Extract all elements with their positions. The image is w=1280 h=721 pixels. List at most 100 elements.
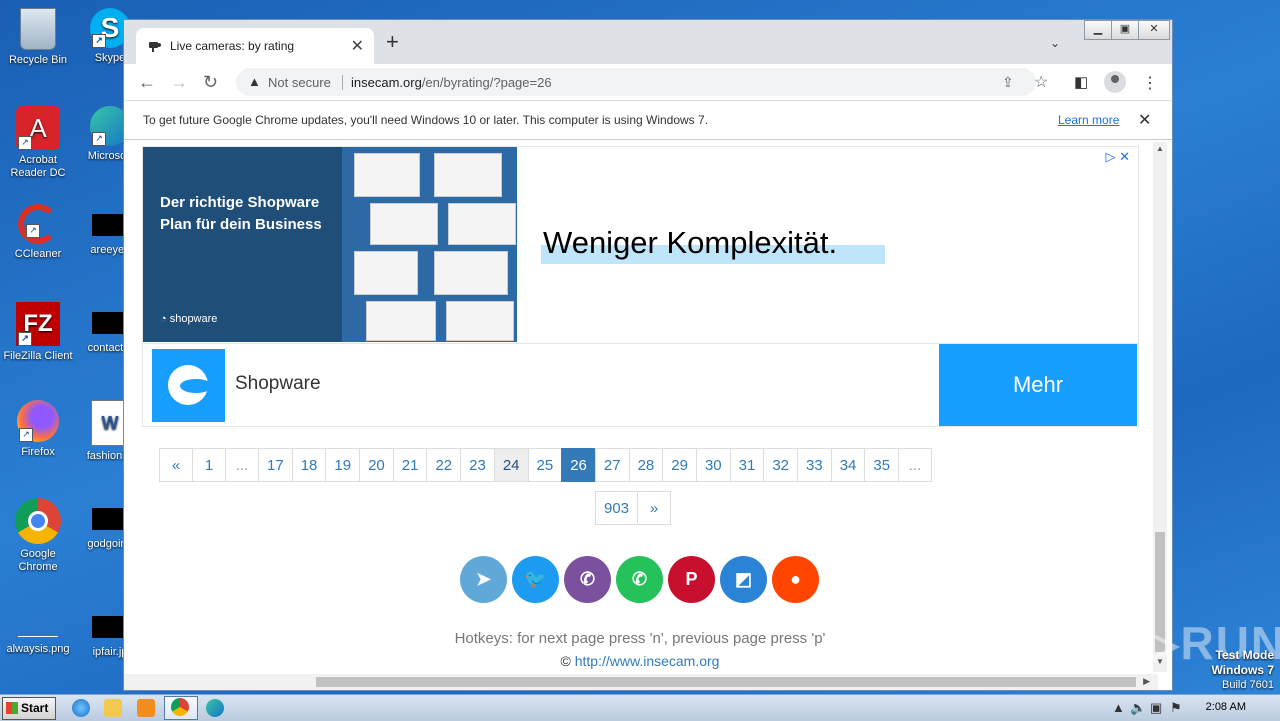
telegram-icon[interactable]: ➤: [460, 556, 507, 603]
ad-thumb: [434, 251, 508, 295]
bookmark-star-icon[interactable]: ☆: [1034, 72, 1048, 92]
tray-arrow-icon[interactable]: ▲: [1112, 700, 1125, 715]
viber-icon[interactable]: ✆: [564, 556, 611, 603]
page-link[interactable]: »: [637, 491, 672, 525]
file-thumbnail-icon: [92, 616, 128, 638]
url-host: insecam.org: [351, 75, 422, 90]
desktop-icon-firefox[interactable]: ↗ Firefox: [0, 400, 76, 459]
shopware-logo-icon[interactable]: [152, 349, 225, 422]
desktop-icon-alwaysis[interactable]: alwaysis.png: [0, 600, 76, 656]
page-link[interactable]: «: [159, 448, 193, 482]
adchoices-icon[interactable]: ▷ ✕: [1105, 149, 1130, 165]
side-panel-icon[interactable]: ◧: [1074, 73, 1088, 91]
page-link-current[interactable]: 26: [561, 448, 596, 482]
new-tab-button[interactable]: +: [386, 31, 399, 53]
shopware-logo-icon: ◔: [160, 313, 170, 325]
tab-search-chevron-icon[interactable]: ⌄: [1050, 36, 1060, 50]
page-link[interactable]: 19: [325, 448, 361, 482]
ad-cta-button[interactable]: Mehr: [939, 344, 1137, 426]
minimize-button[interactable]: ▁: [1084, 20, 1112, 40]
profile-avatar-icon[interactable]: [1104, 71, 1126, 93]
page-link[interactable]: 23: [460, 448, 495, 482]
page-link[interactable]: 20: [359, 448, 394, 482]
page-link[interactable]: 17: [258, 448, 293, 482]
chrome-window: Live cameras: by rating ✕ + ⌄ ▁ ▣ ✕ ← → …: [124, 20, 1172, 690]
page-link[interactable]: 32: [763, 448, 798, 482]
forward-arrow-icon[interactable]: →: [170, 72, 188, 92]
reload-icon[interactable]: ↻: [203, 72, 218, 92]
taskbar-chrome-active[interactable]: [164, 696, 198, 720]
scroll-right-icon[interactable]: ▶: [1143, 676, 1150, 687]
ad-image-collage: [342, 147, 517, 342]
reddit-icon[interactable]: ●: [772, 556, 819, 603]
pinterest-icon[interactable]: P: [668, 556, 715, 603]
ad-advertiser-name[interactable]: Shopware: [235, 373, 321, 395]
file-thumbnail-icon: [92, 508, 128, 530]
desktop-icon-recycle-bin[interactable]: Recycle Bin: [0, 8, 76, 67]
page-link[interactable]: 27: [594, 448, 630, 482]
desktop-icon-ccleaner[interactable]: ↗ CCleaner: [0, 204, 76, 261]
page-link[interactable]: 18: [291, 448, 327, 482]
ad-left-panel: Der richtige Shopware Plan für dein Busi…: [143, 147, 342, 342]
page-link[interactable]: 30: [695, 448, 731, 482]
tab-close-icon[interactable]: ✕: [351, 36, 364, 56]
page-link[interactable]: 33: [797, 448, 832, 482]
back-arrow-icon[interactable]: ←: [138, 72, 156, 92]
address-bar[interactable]: ▲ Not secure insecam.org/en/byrating/?pa…: [236, 68, 1048, 96]
start-button[interactable]: Start: [2, 697, 56, 720]
page-link[interactable]: 903: [595, 491, 639, 525]
internet-explorer-icon[interactable]: [72, 699, 90, 717]
vertical-scrollbar[interactable]: ▲ ▼: [1153, 142, 1167, 672]
page-link[interactable]: 24: [493, 448, 529, 482]
ccleaner-icon: ↗: [18, 204, 58, 244]
page-link[interactable]: 35: [864, 448, 900, 482]
ad-thumb: [434, 153, 502, 197]
desktop-icon-filezilla[interactable]: FZ ↗ FileZilla Client: [0, 302, 76, 363]
tab-live-cameras[interactable]: Live cameras: by rating ✕: [136, 28, 374, 64]
page-link[interactable]: 25: [527, 448, 563, 482]
maximize-button[interactable]: ▣: [1111, 20, 1139, 40]
learn-more-link[interactable]: Learn more: [1058, 113, 1119, 127]
page-link[interactable]: 21: [392, 448, 428, 482]
warning-triangle-icon[interactable]: ▲: [248, 74, 261, 89]
page-link[interactable]: 22: [426, 448, 462, 482]
page-link[interactable]: ...: [898, 448, 933, 482]
scroll-up-icon[interactable]: ▲: [1156, 144, 1164, 153]
twitter-icon[interactable]: 🐦: [512, 556, 559, 603]
acrobat-icon: A ↗: [16, 106, 60, 150]
ad-thumb: [354, 153, 420, 197]
ad-bottom-bar[interactable]: Shopware Mehr: [143, 343, 1138, 427]
infobar-close-icon[interactable]: ✕: [1138, 110, 1151, 130]
browser-toolbar: ← → ↻ ▲ Not secure insecam.org/en/byrati…: [124, 64, 1172, 101]
page-link[interactable]: 28: [628, 448, 664, 482]
pagination: «1... 17 18 19 20 21 22 23 24 25 26 27 28 29 30 31 32 33 3…: [159, 448, 933, 484]
desktop-icon-acrobat[interactable]: A ↗ Acrobat Reader DC: [0, 106, 76, 180]
desktop-icon-chrome[interactable]: Google Chrome: [0, 498, 76, 574]
page-link[interactable]: 31: [729, 448, 765, 482]
delicious-icon[interactable]: ◩: [720, 556, 767, 603]
page-link[interactable]: 34: [830, 448, 866, 482]
page-link[interactable]: 1: [192, 448, 226, 482]
share-icon[interactable]: ⇪: [1002, 74, 1014, 91]
camera-favicon-icon: [148, 39, 162, 53]
whatsapp-icon[interactable]: ✆: [616, 556, 663, 603]
advertisement[interactable]: Der richtige Shopware Plan für dein Busi…: [142, 146, 1139, 427]
update-infobar: To get future Google Chrome updates, you…: [124, 101, 1172, 140]
edge-icon[interactable]: [206, 699, 224, 717]
action-center-flag-icon[interactable]: ⚑: [1170, 700, 1182, 716]
file-explorer-icon[interactable]: [104, 699, 122, 717]
volume-icon[interactable]: 🔈: [1130, 700, 1146, 716]
horizontal-scroll-thumb[interactable]: [316, 677, 1136, 687]
close-window-button[interactable]: ✕: [1138, 20, 1170, 40]
ad-headline[interactable]: Weniger Komplexität.: [543, 225, 837, 261]
page-link[interactable]: ...: [225, 448, 259, 482]
media-player-icon[interactable]: [137, 699, 155, 717]
network-icon[interactable]: ▣: [1150, 700, 1162, 716]
insecam-link[interactable]: http://www.insecam.org: [575, 653, 720, 669]
horizontal-scrollbar[interactable]: ▶: [124, 674, 1158, 690]
page-link[interactable]: 29: [662, 448, 697, 482]
not-secure-label[interactable]: Not secure: [268, 75, 331, 90]
clock[interactable]: 2:08 AM: [1206, 701, 1246, 713]
url-text[interactable]: insecam.org/en/byrating/?page=26: [351, 75, 552, 90]
kebab-menu-icon[interactable]: ⋮: [1142, 73, 1158, 93]
